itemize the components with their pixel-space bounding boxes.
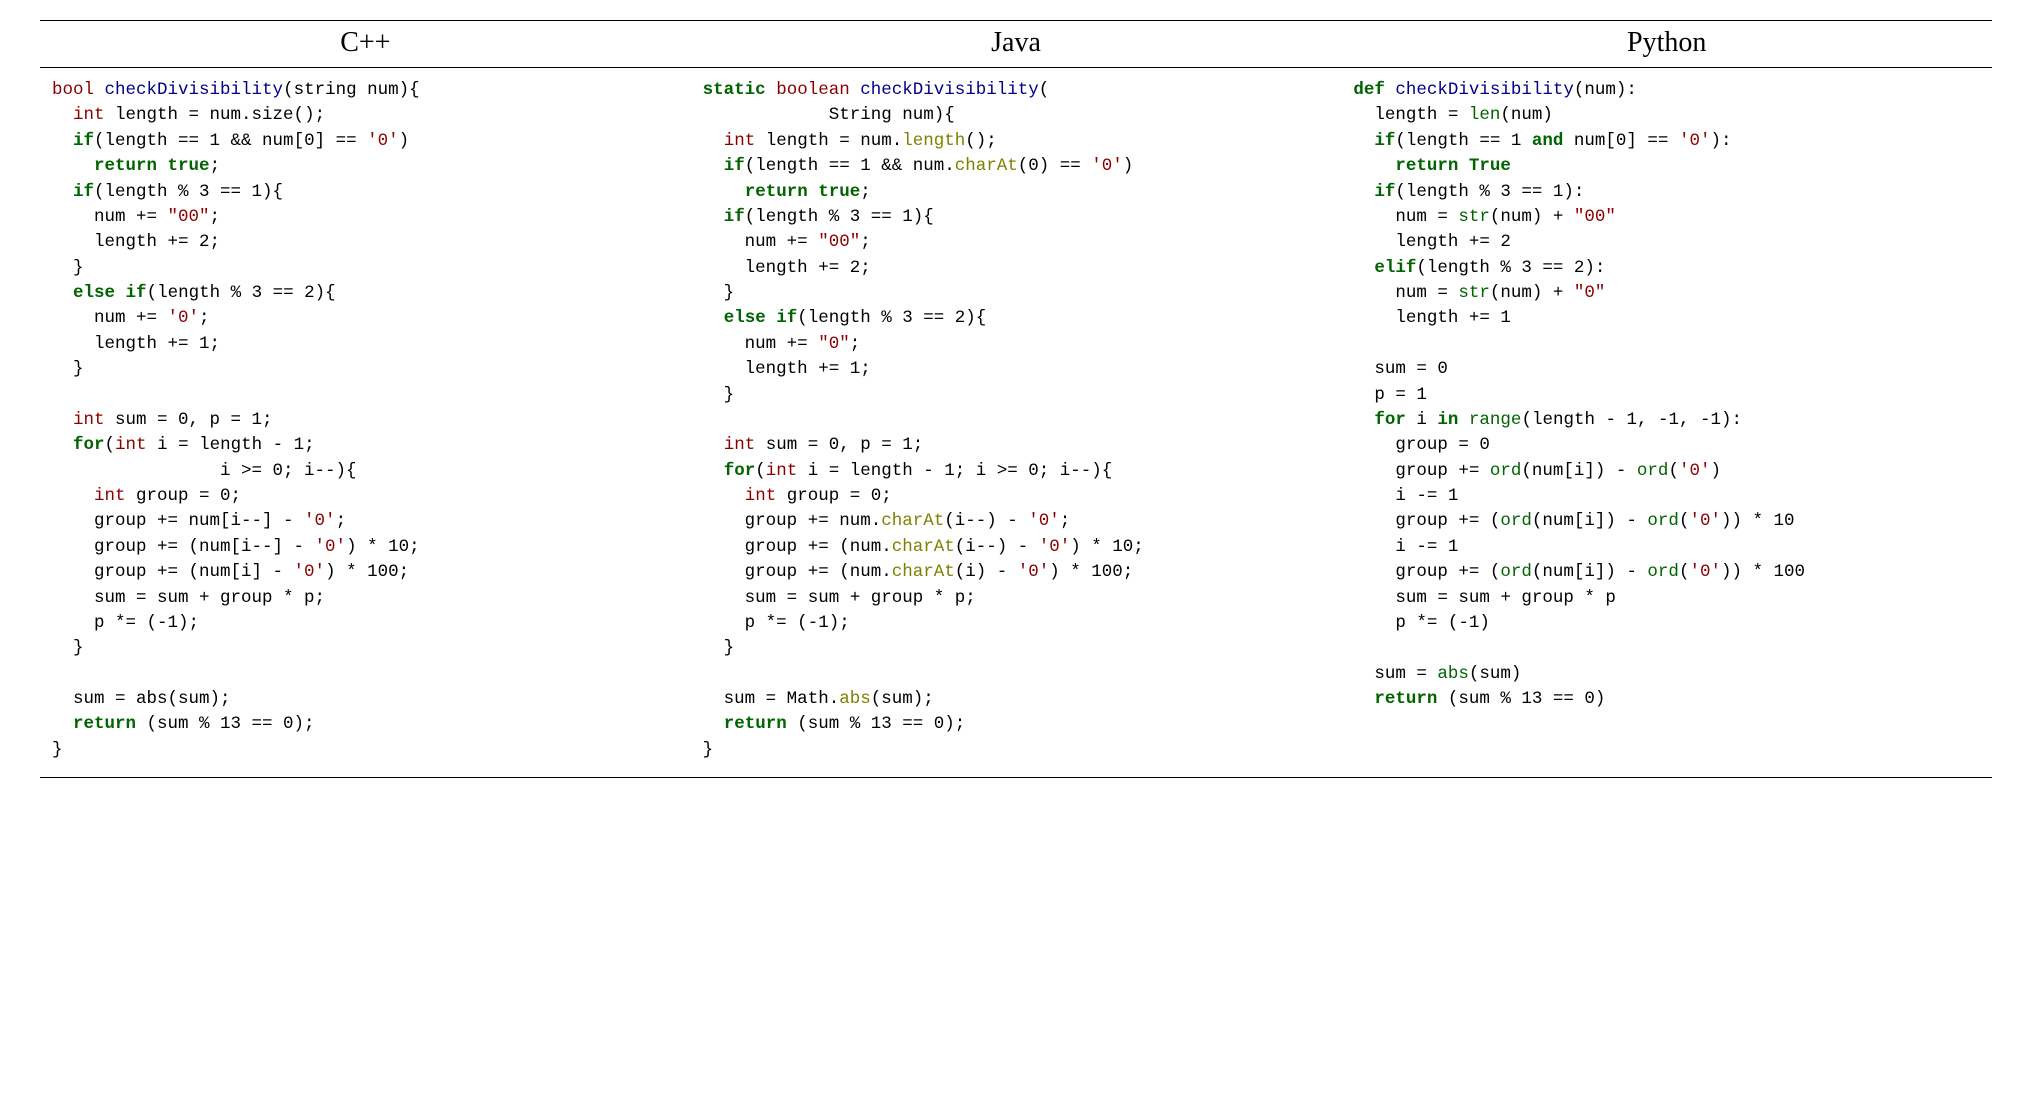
rule-bottom <box>40 777 1992 778</box>
header-python: Python <box>1341 21 1992 67</box>
header-java: Java <box>691 21 1342 67</box>
header-cpp: C++ <box>40 21 691 67</box>
java-code: static boolean checkDivisibility( String… <box>703 78 1330 763</box>
python-column: def checkDivisibility(num): length = len… <box>1341 78 1992 763</box>
code-comparison-table: C++ Java Python bool checkDivisibility(s… <box>40 20 1992 778</box>
java-column: static boolean checkDivisibility( String… <box>691 78 1342 763</box>
code-body-row: bool checkDivisibility(string num){ int … <box>40 68 1992 777</box>
cpp-code: bool checkDivisibility(string num){ int … <box>52 78 679 763</box>
python-code: def checkDivisibility(num): length = len… <box>1353 78 1980 712</box>
header-row: C++ Java Python <box>40 21 1992 67</box>
cpp-column: bool checkDivisibility(string num){ int … <box>40 78 691 763</box>
